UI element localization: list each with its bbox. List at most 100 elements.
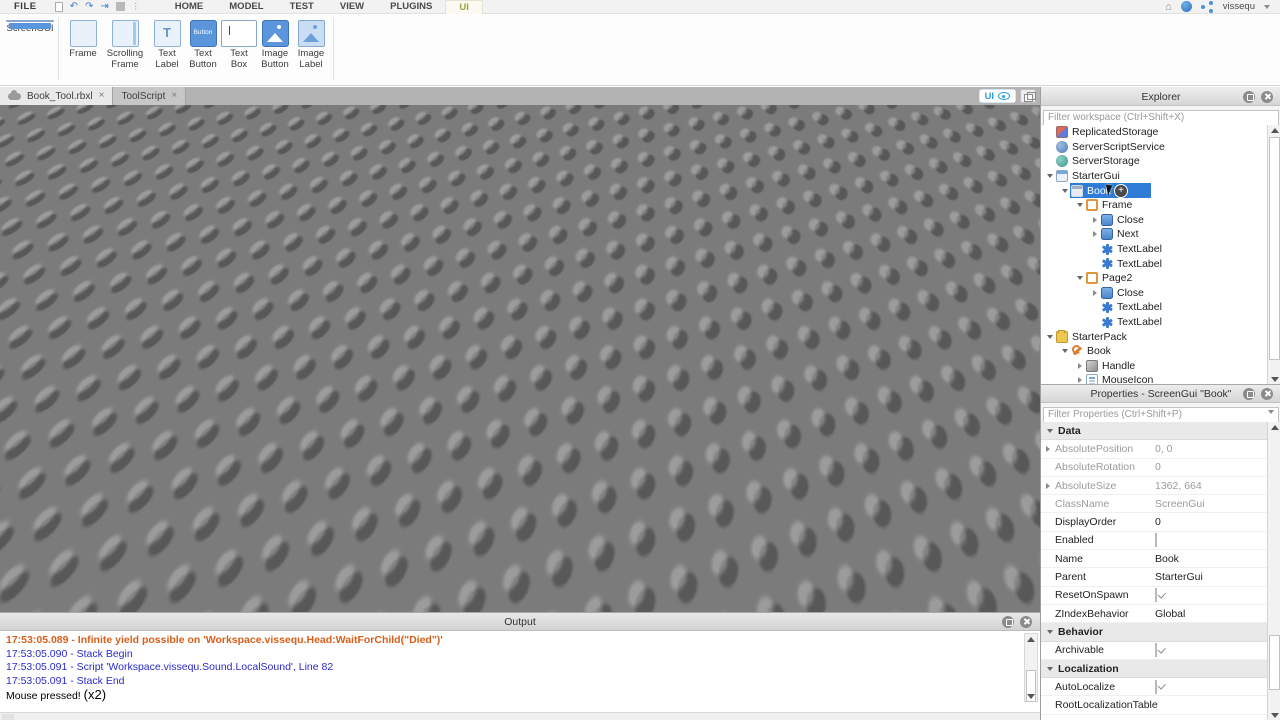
filter-dropdown-caret-icon[interactable]: [1268, 410, 1274, 414]
ui-visibility-toggle[interactable]: UI: [978, 89, 1016, 103]
close-panel-icon[interactable]: [1020, 615, 1032, 628]
text-box-button[interactable]: Text Box: [221, 18, 257, 70]
float-panel-icon[interactable]: [1243, 90, 1255, 103]
tree-row-page2[interactable]: Page2: [1041, 271, 1267, 286]
expander-open-icon[interactable]: [1076, 276, 1083, 281]
tree-row-close[interactable]: Close: [1041, 286, 1267, 301]
close-panel-icon[interactable]: [1261, 387, 1273, 400]
enabled-checkbox[interactable]: [1155, 533, 1157, 548]
float-panel-icon[interactable]: [1243, 387, 1255, 400]
expander-closed-icon[interactable]: [1092, 216, 1097, 223]
property-row[interactable]: ZIndexBehavior Global: [1041, 605, 1267, 624]
expander-open-icon[interactable]: [1061, 188, 1068, 193]
property-row[interactable]: Name Book: [1041, 550, 1267, 569]
tree-row-frame[interactable]: Frame: [1041, 198, 1267, 213]
tab-view[interactable]: VIEW: [327, 0, 377, 14]
image-label-button[interactable]: Image Label: [293, 18, 329, 70]
scroll-down-icon[interactable]: [1025, 691, 1037, 701]
scrollbar-thumb[interactable]: [1269, 635, 1280, 690]
property-row[interactable]: AbsoluteRotation 0: [1041, 459, 1267, 477]
section-data[interactable]: Data: [1041, 422, 1267, 441]
properties-scrollbar[interactable]: [1267, 422, 1280, 720]
property-row[interactable]: Enabled: [1041, 532, 1267, 551]
output-header[interactable]: Output: [0, 613, 1040, 631]
output-log[interactable]: 17:53:05.089 - Infinite yield possible o…: [0, 631, 1022, 704]
tree-row-book-tool[interactable]: Book: [1041, 344, 1267, 359]
text-label-button[interactable]: Text Label: [149, 18, 185, 70]
properties-header[interactable]: Properties - ScreenGui "Book": [1041, 385, 1280, 403]
tree-row-textlabel[interactable]: TextLabel: [1041, 300, 1267, 315]
tab-plugins[interactable]: PLUGINS: [377, 0, 445, 14]
property-row[interactable]: Parent StarterGui: [1041, 568, 1267, 587]
scroll-up-icon[interactable]: [1025, 634, 1037, 644]
section-collapse-icon[interactable]: [1047, 428, 1053, 433]
share-icon[interactable]: [1200, 1, 1214, 13]
tree-row-startergui[interactable]: StarterGui: [1041, 169, 1267, 184]
insert-icon[interactable]: ⇥: [100, 1, 108, 12]
scroll-left-icon[interactable]: [2, 714, 14, 720]
close-tab-icon[interactable]: ×: [171, 91, 177, 101]
property-row[interactable]: DisplayOrder 0: [1041, 513, 1267, 532]
image-button-button[interactable]: Image Button: [257, 18, 293, 70]
save-icon[interactable]: [54, 1, 63, 12]
property-row[interactable]: AutoLocalize: [1041, 678, 1267, 697]
doc-tab-book-tool[interactable]: Book_Tool.rbxl ×: [0, 87, 114, 105]
toolbar-overflow-icon[interactable]: ⋮: [132, 2, 140, 11]
expand-property-icon[interactable]: [1046, 482, 1050, 489]
expander-closed-icon[interactable]: [1077, 362, 1082, 369]
scroll-up-icon[interactable]: [1268, 422, 1280, 432]
expand-property-icon[interactable]: [1046, 445, 1050, 452]
expander-open-icon[interactable]: [1061, 349, 1068, 354]
property-row[interactable]: AbsolutePosition 0, 0: [1041, 440, 1267, 459]
scrollbar-thumb[interactable]: [1269, 137, 1280, 360]
expander-open-icon[interactable]: [1076, 203, 1083, 208]
property-row[interactable]: AbsoluteSize 1362, 664: [1041, 477, 1267, 496]
tree-row-textlabel[interactable]: TextLabel: [1041, 256, 1267, 271]
scroll-down-icon[interactable]: [1268, 710, 1280, 720]
popout-window-icon[interactable]: [1020, 89, 1036, 103]
file-menu-button[interactable]: FILE: [0, 1, 51, 12]
explorer-filter-input[interactable]: [1043, 109, 1279, 126]
tab-ui[interactable]: UI: [445, 0, 483, 14]
resetonspawn-checkbox[interactable]: [1155, 588, 1157, 603]
scroll-up-icon[interactable]: [1268, 125, 1280, 135]
tree-row-replicatedstorage[interactable]: ReplicatedStorage: [1041, 125, 1267, 140]
explorer-scrollbar[interactable]: [1267, 125, 1280, 384]
section-collapse-icon[interactable]: [1047, 629, 1053, 634]
username-label[interactable]: vissequ: [1223, 1, 1255, 12]
section-behavior[interactable]: Behavior: [1041, 623, 1267, 642]
archivable-checkbox[interactable]: [1155, 643, 1157, 658]
property-row[interactable]: Archivable: [1041, 642, 1267, 660]
close-panel-icon[interactable]: [1261, 90, 1273, 103]
tree-row-textlabel[interactable]: TextLabel: [1041, 242, 1267, 257]
3d-viewport[interactable]: [0, 105, 1040, 612]
undo-icon[interactable]: ↶: [70, 1, 78, 12]
screengui-button[interactable]: ScreenGUI: [6, 18, 54, 35]
scroll-down-icon[interactable]: [1268, 374, 1280, 384]
expander-open-icon[interactable]: [1046, 334, 1053, 339]
tree-row-handle[interactable]: Handle: [1041, 359, 1267, 374]
frame-button[interactable]: Frame: [65, 18, 101, 70]
tree-row-mouseicon[interactable]: MouseIcon: [1041, 373, 1267, 384]
tree-row-book-screengui[interactable]: Book: [1041, 183, 1267, 199]
output-scrollbar[interactable]: [1024, 633, 1038, 702]
expander-closed-icon[interactable]: [1092, 289, 1097, 296]
close-tab-icon[interactable]: ×: [99, 91, 105, 101]
property-row[interactable]: RootLocalizationTable: [1041, 696, 1267, 715]
tree-row-textlabel[interactable]: TextLabel: [1041, 315, 1267, 330]
avatar-icon[interactable]: [1180, 1, 1192, 12]
expander-closed-icon[interactable]: [1092, 231, 1097, 238]
tab-model[interactable]: MODEL: [216, 0, 276, 14]
redo-icon[interactable]: ↷: [85, 1, 93, 12]
tree-row-serverscriptservice[interactable]: ServerScriptService: [1041, 140, 1267, 155]
doc-tab-toolscript[interactable]: ToolScript ×: [113, 87, 187, 105]
properties-filter-input[interactable]: [1043, 406, 1279, 423]
tree-row-close[interactable]: Close: [1041, 213, 1267, 228]
tree-row-starterpack[interactable]: StarterPack: [1041, 329, 1267, 344]
scrolling-frame-button[interactable]: Scrolling Frame: [101, 18, 149, 70]
section-collapse-icon[interactable]: [1047, 666, 1053, 671]
tab-home[interactable]: HOME: [162, 0, 217, 14]
expander-closed-icon[interactable]: [1077, 377, 1082, 384]
text-button-button[interactable]: Text Button: [185, 18, 221, 70]
tab-test[interactable]: TEST: [277, 0, 327, 14]
